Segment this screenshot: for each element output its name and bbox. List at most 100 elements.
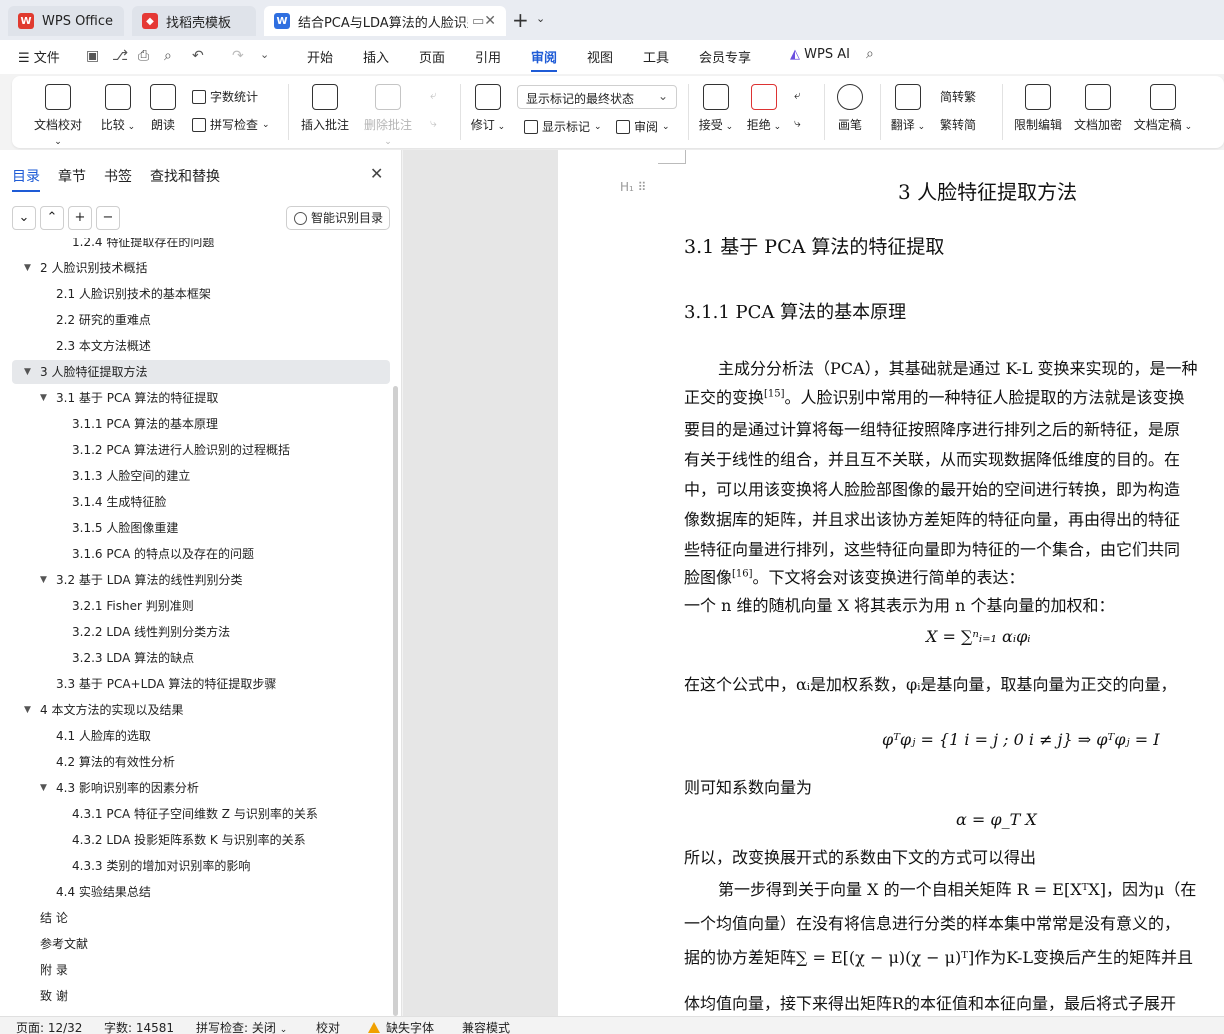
- toc-item[interactable]: 3.1.3 人脸空间的建立: [12, 464, 390, 488]
- compare-button[interactable]: 比较 ⌄: [98, 84, 138, 133]
- toc-item[interactable]: 4.4 实验结果总结: [12, 880, 390, 904]
- toc-item[interactable]: 致 谢: [12, 984, 390, 1008]
- collapse-up-button[interactable]: ⌃: [40, 206, 64, 230]
- toc-item[interactable]: 2.3 本文方法概述: [12, 334, 390, 358]
- delete-comment-button[interactable]: 删除批注 ⌄: [360, 84, 416, 147]
- toc-item[interactable]: 4.3.3 类别的增加对识别率的影响: [12, 854, 390, 878]
- tab-docer-templates[interactable]: ◆ 找稻壳模板: [132, 6, 256, 36]
- previous-comment-icon[interactable]: ⤶: [430, 88, 437, 103]
- word-count-indicator[interactable]: 字数: 14581: [104, 1019, 174, 1034]
- toc-item[interactable]: 1.2.4 特征提取存在的问题: [12, 238, 390, 254]
- redo-icon[interactable]: ↷: [232, 48, 244, 64]
- expand-toggle-icon[interactable]: ▼: [40, 776, 47, 800]
- toc-item[interactable]: 参考文献: [12, 932, 390, 956]
- toc-item[interactable]: ▼ 3.2 基于 LDA 算法的线性判别分类: [12, 568, 390, 592]
- undo-icon[interactable]: ↶: [192, 48, 204, 64]
- nav-tab-bookmarks[interactable]: 书签: [104, 166, 132, 186]
- menu-tools[interactable]: 工具: [643, 47, 669, 66]
- expand-toggle-icon[interactable]: ▼: [24, 360, 31, 384]
- toc-item[interactable]: 结 论: [12, 906, 390, 930]
- wps-ai-button[interactable]: ◭ WPS AI: [790, 47, 850, 62]
- toc-item[interactable]: 4.3.2 LDA 投影矩阵系数 K 与识别率的关系: [12, 828, 390, 852]
- remove-level-button[interactable]: −: [96, 206, 120, 230]
- finalize-button[interactable]: 文档定稿 ⌄: [1132, 84, 1194, 133]
- toc-item[interactable]: 4.3.1 PCA 特征子空间维数 Z 与识别率的关系: [12, 802, 390, 826]
- missing-font-status[interactable]: 缺失字体: [368, 1019, 434, 1034]
- translate-button[interactable]: 翻译 ⌄: [890, 84, 926, 133]
- next-comment-icon[interactable]: ⤷: [430, 116, 437, 131]
- toc-item[interactable]: ▼ 3.1 基于 PCA 算法的特征提取: [12, 386, 390, 410]
- previous-change-icon[interactable]: ⤶: [794, 88, 801, 103]
- toc-item[interactable]: ▼ 4 本文方法的实现以及结果: [12, 698, 390, 722]
- toc-item[interactable]: 3.1.6 PCA 的特点以及存在的问题: [12, 542, 390, 566]
- toc-item[interactable]: 3.1.5 人脸图像重建: [12, 516, 390, 540]
- spell-check-button[interactable]: 拼写检查 ⌄: [192, 116, 270, 133]
- toc-item[interactable]: 3.3 基于 PCA+LDA 算法的特征提取步骤: [12, 672, 390, 696]
- menu-references[interactable]: 引用: [475, 47, 501, 66]
- pen-button[interactable]: 画笔: [834, 84, 866, 133]
- menu-membership[interactable]: 会员专享: [699, 47, 751, 66]
- add-level-button[interactable]: +: [68, 206, 92, 230]
- proofread-status[interactable]: 校对: [316, 1019, 340, 1034]
- toc-item[interactable]: ▼ 4.3 影响识别率的因素分析: [12, 776, 390, 800]
- expand-toggle-icon[interactable]: ▼: [24, 256, 31, 280]
- next-change-icon[interactable]: ⤷: [794, 116, 801, 131]
- new-tab-button[interactable]: +: [512, 8, 529, 32]
- encrypt-button[interactable]: 文档加密: [1072, 84, 1124, 133]
- more-quick-access-icon[interactable]: ⌄: [260, 48, 269, 61]
- file-menu[interactable]: ☰ 文件: [18, 47, 60, 66]
- expand-down-button[interactable]: ⌄: [12, 206, 36, 230]
- menu-review[interactable]: 审阅: [531, 47, 558, 72]
- expand-toggle-icon[interactable]: ▼: [24, 698, 31, 722]
- insert-comment-button[interactable]: 插入批注: [300, 84, 350, 133]
- document-page[interactable]: H₁ ⠿ 3 人脸特征提取方法 3.1 基于 PCA 算法的特征提取 3.1.1…: [558, 150, 1224, 1016]
- page-indicator[interactable]: 页面: 12/32: [16, 1019, 82, 1034]
- toc-item[interactable]: 3.1.1 PCA 算法的基本原理: [12, 412, 390, 436]
- markup-state-select[interactable]: 显示标记的最终状态 ⌄: [517, 85, 677, 109]
- reject-button[interactable]: 拒绝 ⌄: [746, 84, 782, 133]
- expand-toggle-icon[interactable]: ▼: [40, 568, 47, 592]
- close-icon[interactable]: ✕: [370, 164, 383, 183]
- toc-item[interactable]: 2.1 人脸识别技术的基本框架: [12, 282, 390, 306]
- to-traditional-button[interactable]: 简转繁: [940, 88, 976, 105]
- read-aloud-button[interactable]: 朗读: [148, 84, 178, 133]
- track-changes-button[interactable]: 修订 ⌄: [470, 84, 506, 133]
- accept-button[interactable]: 接受 ⌄: [698, 84, 734, 133]
- heading-drag-handle[interactable]: H₁ ⠿: [620, 180, 646, 194]
- tab-document[interactable]: W 结合PCA与LDA算法的人脸识别 ▭ ✕: [264, 6, 506, 36]
- citation[interactable]: [16]: [732, 569, 753, 580]
- toc-item[interactable]: 3.2.3 LDA 算法的缺点: [12, 646, 390, 670]
- print-preview-icon[interactable]: ⌕: [164, 48, 172, 64]
- smart-toc-button[interactable]: 智能识别目录: [286, 206, 390, 230]
- close-icon[interactable]: ✕: [484, 13, 496, 29]
- toc-item[interactable]: 3.2.1 Fisher 判别准则: [12, 594, 390, 618]
- toc-item[interactable]: 4.1 人脸库的选取: [12, 724, 390, 748]
- nav-tab-find-replace[interactable]: 查找和替换: [150, 166, 220, 186]
- menu-view[interactable]: 视图: [587, 47, 613, 66]
- nav-scrollbar[interactable]: [393, 386, 398, 1016]
- proofread-button[interactable]: 文档校对 ⌄: [30, 84, 86, 147]
- toc-item[interactable]: 3.1.2 PCA 算法进行人脸识别的过程概括: [12, 438, 390, 462]
- menu-insert[interactable]: 插入: [363, 47, 389, 66]
- search-icon[interactable]: ⌕: [866, 46, 874, 62]
- review-pane-button[interactable]: 审阅 ⌄: [616, 118, 670, 135]
- menu-page[interactable]: 页面: [419, 47, 445, 66]
- save-icon[interactable]: ▣: [86, 48, 99, 64]
- expand-toggle-icon[interactable]: ▼: [40, 386, 47, 410]
- word-count-button[interactable]: 字数统计: [192, 88, 258, 105]
- toc-item[interactable]: 3.2.2 LDA 线性判别分类方法: [12, 620, 390, 644]
- toc-item[interactable]: ▼ 2 人脸识别技术概括: [12, 256, 390, 280]
- toc-item[interactable]: 4.2 算法的有效性分析: [12, 750, 390, 774]
- print-icon[interactable]: ⎙: [138, 48, 149, 64]
- nav-tab-sections[interactable]: 章节: [58, 166, 86, 186]
- nav-tab-toc[interactable]: 目录: [12, 166, 40, 192]
- toc-item[interactable]: 3.1.4 生成特征脸: [12, 490, 390, 514]
- toc-item[interactable]: 附 录: [12, 958, 390, 982]
- restrict-edit-button[interactable]: 限制编辑: [1012, 84, 1064, 133]
- to-simplified-button[interactable]: 繁转简: [940, 116, 976, 133]
- show-markup-button[interactable]: 显示标记 ⌄: [524, 118, 602, 135]
- toc-item[interactable]: 2.2 研究的重难点: [12, 308, 390, 332]
- chevron-down-icon[interactable]: ⌄: [536, 12, 545, 25]
- tab-wps-office[interactable]: W WPS Office: [8, 6, 124, 36]
- toc-item[interactable]: ▼ 3 人脸特征提取方法: [12, 360, 390, 384]
